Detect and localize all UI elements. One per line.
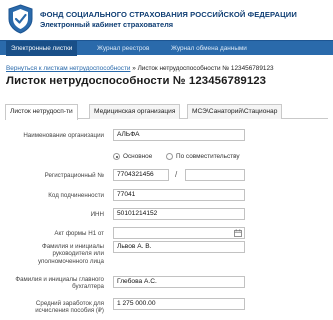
page-title: Листок нетрудоспособности № 123456789123 bbox=[6, 75, 267, 87]
inn-label: ИНН bbox=[90, 211, 104, 218]
reg-number-label: Регистрационный № bbox=[44, 172, 104, 179]
fss-emblem-icon bbox=[8, 4, 33, 34]
back-link[interactable]: Вернуться к листкам нетрудоспособности bbox=[6, 65, 130, 72]
radio-secondary-job[interactable] bbox=[166, 153, 173, 160]
breadcrumb-separator: » bbox=[130, 65, 138, 72]
head-name-field[interactable]: Львов А. В. bbox=[113, 241, 245, 253]
breadcrumb: Вернуться к листкам нетрудоспособности »… bbox=[6, 65, 274, 72]
reg-number-suffix-field[interactable] bbox=[185, 169, 245, 181]
subordination-code-field[interactable]: 77041 bbox=[113, 189, 245, 201]
head-name-label: Фамилия и инициалы руководителя или упол… bbox=[37, 243, 104, 265]
accountant-name-field[interactable]: Глебова А.С. bbox=[113, 276, 245, 288]
radio-secondary-label: По совместительству bbox=[176, 153, 240, 160]
tab-medical-org[interactable]: Медицинская организация bbox=[89, 104, 181, 119]
nav-item-registries[interactable]: Журнал реестров bbox=[92, 41, 154, 56]
org-name-field[interactable]: АЛЬФА bbox=[113, 129, 245, 141]
inn-field[interactable]: 50101214152 bbox=[113, 208, 245, 220]
reg-number-field[interactable]: 7704321456 bbox=[113, 169, 169, 181]
act-h1-date-field[interactable] bbox=[113, 227, 245, 239]
org-subtitle: Электронный кабинет страхователя bbox=[40, 20, 174, 29]
nav-item-sick-leaves[interactable]: Электронные листки bbox=[6, 41, 78, 56]
act-h1-label: Акт формы Н1 от bbox=[54, 230, 104, 237]
tab-sick-leave[interactable]: Листок нетрудосп-ти bbox=[5, 104, 78, 120]
accountant-name-label: Фамилия и инициалы главного бухгалтера bbox=[15, 276, 104, 291]
org-name-label: Наименование организации bbox=[23, 132, 104, 139]
reg-number-separator: / bbox=[175, 170, 178, 179]
page-header: ФОНД СОЦИАЛЬНОГО СТРАХОВАНИЯ РОССИЙСКОЙ … bbox=[0, 0, 333, 38]
calendar-icon[interactable] bbox=[234, 229, 242, 237]
org-name: ФОНД СОЦИАЛЬНОГО СТРАХОВАНИЯ РОССИЙСКОЙ … bbox=[40, 10, 297, 19]
radio-main-job[interactable] bbox=[113, 153, 120, 160]
main-nav: Электронные листки Журнал реестров Журна… bbox=[0, 40, 333, 56]
breadcrumb-current: Листок нетрудоспособности № 123456789123 bbox=[137, 65, 274, 72]
nav-item-exchange-log[interactable]: Журнал обмена данными bbox=[166, 41, 252, 56]
subordination-code-label: Код подчиненности bbox=[48, 192, 104, 199]
salary-field[interactable]: 1 275 000.00 bbox=[113, 298, 245, 310]
tab-bar: Листок нетрудосп-ти Медицинская организа… bbox=[5, 104, 328, 120]
salary-label: Средний заработок для исчисления пособия… bbox=[35, 300, 104, 315]
radio-main-label: Основное bbox=[123, 153, 153, 160]
tab-mse-sanatorium[interactable]: МСЭ\Санаторий\Стационар bbox=[187, 104, 283, 119]
